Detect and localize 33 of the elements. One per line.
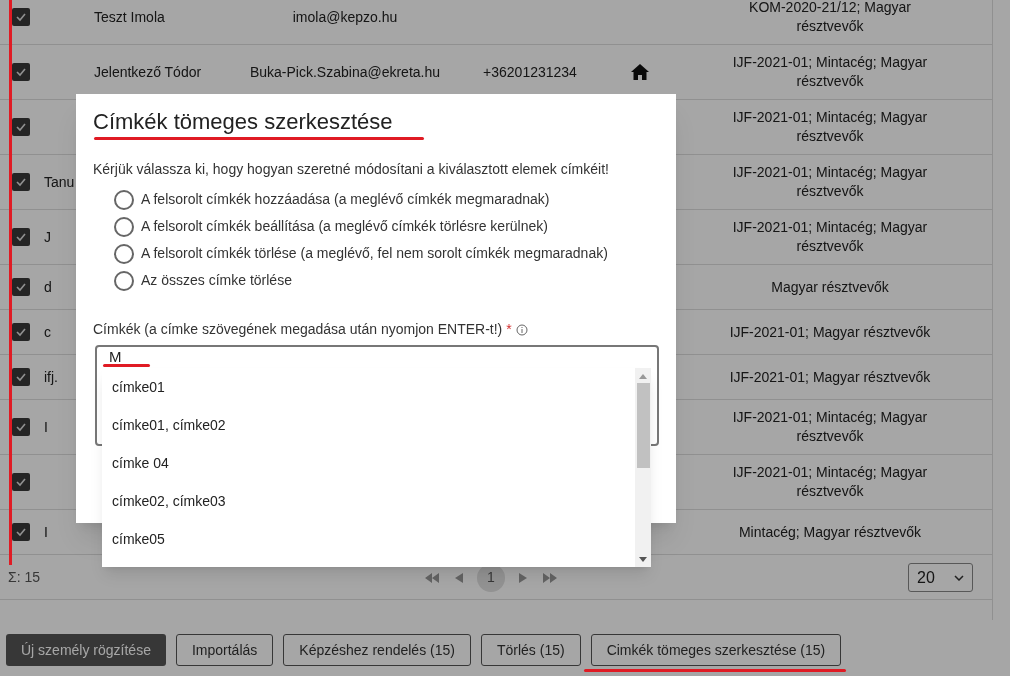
table-cell-text: Buka-Pick.Szabina@ekreta.hu [249,62,441,82]
table-cell-text: IJF-2021-01; Mintacég; Magyar résztvevők [731,53,929,91]
table-cell-text: Mintacég; Magyar résztvevők [737,522,923,542]
table-cell-text: I [44,522,48,542]
table-cell-text: IJF-2021-01; Mintacég; Magyar résztvevők [731,218,929,256]
table-cell-text: IJF-2021-01; Mintacég; Magyar résztvevők [731,108,929,146]
table-cell-text: IJF-2021-01; Magyar résztvevők [728,367,932,387]
table-cell-text: Teszt Imola [94,7,165,27]
option-label: A felsorolt címkék beállítása (a meglévő címkék törlésre kerülnek) [141,217,548,236]
dialog-prompt: Kérjük válassza ki, hogy hogyan szeretné módosítani a kiválasztott elemek címkéit! [93,160,610,179]
required-mark: * [506,320,512,339]
table-cell-text: Magyar résztvevők [770,277,890,297]
table-cell-text: imola@kepzo.hu [292,7,398,27]
table-cell-text: c [44,322,51,342]
field-label: Címkék (a címke szövegének megadása után nyomjon ENTER-t!) [93,320,503,339]
table-cell-text: Tanu [44,172,75,192]
table-cell-text: +36201231234 [483,62,577,82]
table-cell-text: d [44,277,52,297]
table-cell-text: Jelentkező Tódor [94,62,202,82]
tag-input-text: M [109,348,122,365]
table-cell-text: IJF-2021-01; Mintacég; Magyar résztvevők [731,163,929,201]
dialog-title: Címkék tömeges szerkesztése [93,110,393,134]
option-label: Az összes címke törlése [141,271,292,290]
table-cell-text: IJF-2021-01; Magyar résztvevők [728,322,932,342]
option-label: A felsorolt címkék hozzáadása (a meglévő címkék megmaradnak) [141,190,550,209]
table-cell-text: J [44,227,51,247]
option-label: A felsorolt címkék törlése (a meglévő, fel nem sorolt címkék megmaradnak) [141,244,608,263]
table-cell-text: IJF-2021-01; Mintacég; Magyar résztvevők [731,463,929,501]
table-cell-text: I [44,417,48,437]
table-cell-text: IJF-2021-01; Mintacég; Magyar résztvevők [731,408,929,446]
total-count: Σ: 15 [8,568,41,587]
table-cell-text: KOM-2020-21/12; Magyar résztvevők [748,0,912,36]
table-cell-text: ifj. [44,367,58,387]
